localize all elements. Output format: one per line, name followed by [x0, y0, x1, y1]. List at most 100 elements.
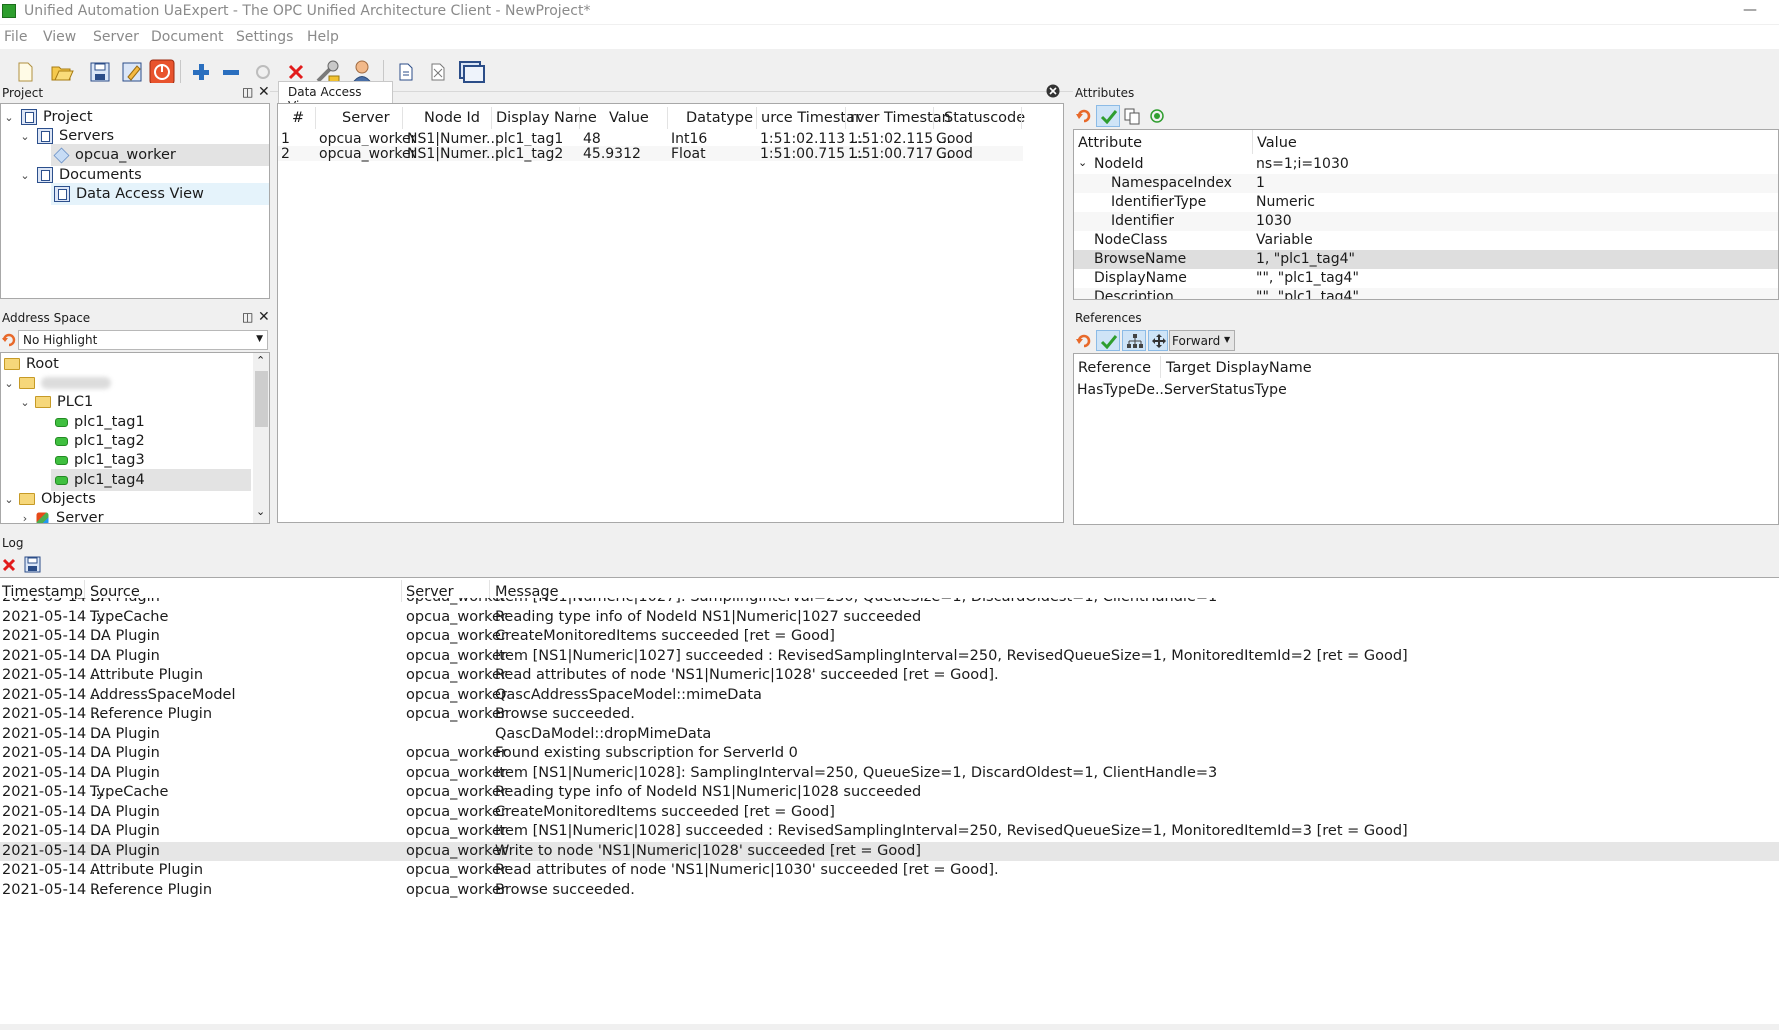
- tree-item-plc1-tag3[interactable]: plc1_tag3: [51, 449, 251, 471]
- close-panel-icon[interactable]: ✕: [258, 84, 270, 100]
- new-project-icon[interactable]: [11, 58, 39, 86]
- attribute-row-nodeid[interactable]: ⌄ NodeId ns=1;i=1030: [1074, 155, 1778, 174]
- close-document-tab-icon[interactable]: [1046, 84, 1060, 98]
- save-as-icon[interactable]: [118, 58, 146, 86]
- save-log-icon[interactable]: [24, 556, 42, 574]
- column-header[interactable]: #: [292, 105, 304, 131]
- log-row[interactable]: 2021-05-14 ... Attribute Plugin opcua_work…: [0, 666, 1779, 686]
- open-project-icon[interactable]: [48, 58, 76, 86]
- menu-view[interactable]: View: [43, 29, 76, 45]
- attribute-row[interactable]: IdentifierType Numeric: [1074, 193, 1778, 212]
- log-row[interactable]: 2021-05-14 ... DA Plugin QascDaModel::drop…: [0, 725, 1779, 745]
- auto-update-toggle[interactable]: [1096, 330, 1120, 351]
- log-row[interactable]: 2021-05-14 ... AddressSpaceModel opcua_wor…: [0, 686, 1779, 706]
- attribute-row[interactable]: Identifier 1030: [1074, 212, 1778, 231]
- tree-label: Project: [43, 109, 93, 125]
- menu-document[interactable]: Document: [151, 29, 224, 45]
- add-server-icon[interactable]: [187, 58, 215, 86]
- move-toggle[interactable]: [1148, 330, 1168, 351]
- save-project-icon[interactable]: [86, 58, 114, 86]
- scroll-thumb[interactable]: [255, 371, 268, 427]
- address-space-scrollbar[interactable]: ⌃ ⌄: [253, 353, 269, 523]
- tab-data-access-view[interactable]: Data Access View: [278, 81, 393, 113]
- column-header[interactable]: Value: [1257, 130, 1297, 156]
- table-row[interactable]: 2 opcua_worker NS1|Numer... plc1_tag2 45…: [278, 146, 1023, 162]
- column-header[interactable]: Display Name: [496, 105, 597, 131]
- log-row[interactable]: 2021-05-14 ... DA Plugin opcua_worker Found…: [0, 744, 1779, 764]
- menu-file[interactable]: File: [4, 29, 27, 45]
- column-header[interactable]: Datatype: [686, 105, 753, 131]
- servers-folder-icon: [37, 128, 53, 144]
- tree-item-server[interactable]: › Server: [1, 507, 251, 524]
- log-row[interactable]: 2021-05-14 ... DA Plugin opcua_worker Creat…: [0, 627, 1779, 647]
- chevron-down-icon[interactable]: ⌄: [19, 169, 31, 182]
- log-row[interactable]: 2021-05-14 ...DA Pluginopcua_workerItem …: [0, 822, 1779, 842]
- column-header[interactable]: Node Id: [424, 105, 480, 131]
- direction-select[interactable]: Forward ▼: [1169, 330, 1235, 351]
- highlight-select[interactable]: No Highlight ▼: [18, 330, 268, 350]
- attribute-value: Variable: [1256, 232, 1313, 248]
- log-row[interactable]: 2021-05-14 ... DA Plugin opcua_worker Write…: [0, 841, 1779, 861]
- cell-value[interactable]: 45.9312: [583, 146, 641, 162]
- remove-server-icon[interactable]: [217, 58, 245, 86]
- tree-item-data-access-view[interactable]: Data Access View: [51, 183, 269, 205]
- chevron-down-icon[interactable]: ⌄: [19, 130, 31, 143]
- log-row[interactable]: 2021-05-14 ...DA Pluginopcua_workerItem …: [0, 764, 1779, 784]
- log-row[interactable]: 2021-05-14 ... Attribute Plugin opcua_work…: [0, 861, 1779, 881]
- attribute-row[interactable]: NodeClass Variable: [1074, 231, 1778, 250]
- attribute-row-selected[interactable]: BrowseName 1, "plc1_tag4": [1074, 250, 1778, 269]
- reconnect-icon[interactable]: [249, 58, 277, 86]
- clear-log-icon[interactable]: [2, 558, 16, 572]
- menu-settings[interactable]: Settings: [236, 29, 293, 45]
- window-icon[interactable]: [458, 58, 486, 86]
- log-row[interactable]: 2021-05-14 ... Reference Plugin opcua_work…: [0, 705, 1779, 725]
- log-row[interactable]: 2021-05-14 ... Reference Plugin opcua_work…: [0, 881, 1779, 901]
- disconnect-icon[interactable]: [148, 58, 176, 86]
- close-document-icon[interactable]: [424, 58, 452, 86]
- menu-server[interactable]: Server: [93, 29, 139, 45]
- log-row[interactable]: 2021-05-14 ... TypeCache opcua_worker Readi…: [0, 783, 1779, 803]
- minimize-icon[interactable]: —: [1743, 2, 1757, 18]
- float-panel-icon[interactable]: ◫: [242, 85, 253, 99]
- cell-value[interactable]: 48: [583, 131, 601, 147]
- menu-help[interactable]: Help: [307, 29, 339, 45]
- chevron-down-icon[interactable]: ⌄: [19, 396, 31, 409]
- log-row[interactable]: 2021-05-14 ...DA Pluginopcua_workerItem …: [0, 598, 1779, 608]
- refresh-icon[interactable]: [1075, 107, 1093, 125]
- log-row[interactable]: 2021-05-14 ... DA Plugin opcua_worker Creat…: [0, 803, 1779, 823]
- column-header[interactable]: Reference: [1078, 355, 1151, 381]
- attribute-row[interactable]: NamespaceIndex 1: [1074, 174, 1778, 193]
- new-document-icon[interactable]: [392, 58, 420, 86]
- column-header[interactable]: Server: [342, 105, 390, 131]
- auto-update-toggle[interactable]: [1096, 105, 1120, 127]
- refresh-icon[interactable]: [1, 332, 17, 348]
- tree-item-plc1[interactable]: ⌄ PLC1: [1, 391, 251, 413]
- scroll-up-icon[interactable]: ⌃: [256, 354, 265, 367]
- chevron-right-icon[interactable]: ›: [19, 512, 31, 524]
- attribute-value: "", "plc1_tag4": [1256, 270, 1359, 286]
- hierarchy-toggle[interactable]: [1122, 330, 1146, 351]
- log-row[interactable]: 2021-05-14 ...DA Pluginopcua_workerItem …: [0, 647, 1779, 667]
- refresh-icon[interactable]: [1075, 332, 1093, 350]
- attribute-row[interactable]: DisplayName "", "plc1_tag4": [1074, 269, 1778, 288]
- attribute-name: Description: [1094, 289, 1174, 300]
- column-header[interactable]: Target DisplayName: [1166, 355, 1312, 381]
- log-row[interactable]: 2021-05-14 ... TypeCache opcua_worker Readi…: [0, 608, 1779, 628]
- copy-icon[interactable]: [1123, 107, 1141, 125]
- close-panel-icon[interactable]: ✕: [258, 309, 270, 325]
- attribute-row[interactable]: Description "", "plc1_tag4": [1074, 288, 1778, 300]
- chevron-down-icon[interactable]: ⌄: [3, 111, 15, 124]
- chevron-down-icon[interactable]: ⌄: [3, 493, 15, 506]
- scroll-down-icon[interactable]: ⌄: [256, 505, 265, 518]
- column-header[interactable]: Statuscode: [944, 105, 1025, 131]
- reference-row[interactable]: HasTypeDe... ServerStatusType: [1074, 381, 1778, 401]
- column-header[interactable]: rver Timestan: [850, 105, 951, 131]
- chevron-down-icon[interactable]: ⌄: [1078, 156, 1087, 169]
- float-panel-icon[interactable]: ◫: [242, 310, 253, 324]
- monitor-icon[interactable]: [1149, 108, 1165, 124]
- table-row[interactable]: 1 opcua_worker NS1|Numer... plc1_tag1 48…: [278, 131, 1023, 147]
- chevron-down-icon[interactable]: ⌄: [3, 377, 15, 390]
- tree-item-opcua-worker[interactable]: opcua_worker: [51, 144, 269, 166]
- column-header[interactable]: Value: [609, 105, 649, 131]
- column-header[interactable]: Attribute: [1078, 130, 1142, 156]
